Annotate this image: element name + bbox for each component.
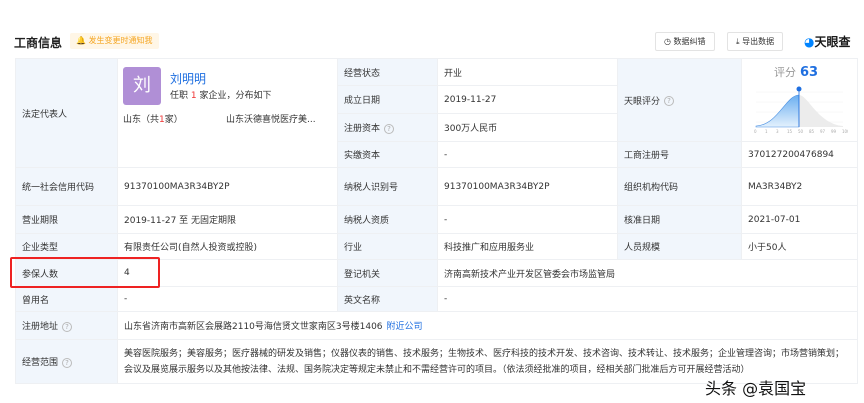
industry-label: 行业 [337,233,438,260]
address-label: 注册地址? [15,311,118,340]
score-value: 63 [800,65,819,80]
former-label: 曾用名 [15,286,118,312]
taxid-value: 91370100MA3R34BY2P [437,167,618,206]
status-value: 开业 [437,58,618,86]
highlight-box [10,257,160,288]
address-value: 山东省济南市高新区会展路2110号海信贤文世家南区3号楼1406 附近公司 [117,311,858,340]
nearby-companies-link[interactable]: 附近公司 [387,322,423,332]
english-value: - [437,286,858,312]
paid-label: 实缴资本 [337,141,438,168]
correction-label: 数据纠错 [673,37,706,46]
scope-label: 经营范围? [15,339,118,384]
capital-label: 注册资本? [337,113,438,142]
tick-label: 0 [754,129,757,134]
regno-label: 工商注册号 [617,141,742,168]
tianyancha-logo: ◕天眼查 [804,35,851,49]
type-value: 有限责任公司(自然人投资或控股) [117,233,338,260]
business-info-table: 法定代表人 经营状态 开业 天眼评分? 成立日期 2019-11-27 注册资本?… [15,58,858,384]
legal-rep-jobs: 任职 1 家企业，分布如下 [170,91,272,101]
credit-value: 91370100MA3R34BY2P [117,167,338,206]
help-icon[interactable]: ? [664,96,675,106]
logo-icon: ◕ [804,35,815,49]
approve-label: 核准日期 [617,205,742,234]
score-marker-icon [796,86,802,92]
notify-change-button[interactable]: 🔔 发生变更时通知我 [70,33,159,49]
found-label: 成立日期 [337,85,438,114]
capital-value: 300万人民币 [437,113,618,142]
download-icon: ⤓ [736,37,740,46]
taxid-label: 纳税人识别号 [337,167,438,206]
orgcode-label: 组织机构代码 [617,167,742,206]
tick-label: 97 [820,129,826,134]
tick-label: 50 [798,129,804,134]
clock-icon: ◷ [664,37,671,46]
orgcode-value: MA3R34BY2 [741,167,858,206]
credit-label: 统一社会信用代码 [15,167,118,206]
help-icon[interactable]: ? [62,357,73,368]
regno-value: 370127200476894 [741,141,858,168]
help-icon[interactable]: ? [384,123,395,134]
size-label: 人员规模 [617,233,742,260]
score-distribution-chart: 0 1 3 15 50 85 97 99 100 [754,86,848,134]
legal-rep-province: 山东（共1家） [123,115,183,125]
authority-label: 登记机关 [337,259,438,287]
industry-value: 科技推广和应用服务业 [437,233,618,260]
export-data-button[interactable]: ⤓ 导出数据 [727,32,784,51]
term-label: 营业期限 [15,205,118,234]
taxqual-label: 纳税人资质 [337,205,438,234]
taxqual-value: - [437,205,618,234]
notify-label: 发生变更时通知我 [88,36,153,45]
avatar: 刘 [123,67,161,105]
section-title: 工商信息 [14,36,63,50]
legal-rep-company-link[interactable]: 山东沃德喜悦医疗美... [226,112,316,125]
tick-label: 99 [831,129,837,134]
tick-label: 1 [765,129,768,134]
legal-rep-label: 法定代表人 [15,58,118,168]
found-value: 2019-11-27 [437,85,618,114]
former-value: - [117,286,338,312]
tick-label: 15 [787,129,793,134]
watermark: 头条 @袁国宝 [705,379,807,398]
score-label: 天眼评分? [617,58,742,142]
tick-label: 3 [776,129,779,134]
term-value: 2019-11-27 至 无固定期限 [117,205,338,234]
export-label: 导出数据 [742,37,775,46]
legal-rep-name-link[interactable]: 刘明明 [170,70,206,87]
tick-label: 100 [842,129,848,134]
english-label: 英文名称 [337,286,438,312]
data-correction-button[interactable]: ◷ 数据纠错 [655,32,715,51]
status-label: 经营状态 [337,58,438,86]
tick-label: 85 [809,129,815,134]
help-icon[interactable]: ? [62,321,73,332]
type-label: 企业类型 [15,233,118,260]
score-title: 评分 63 [774,65,819,80]
paid-value: - [437,141,618,168]
authority-value: 济南高新技术产业开发区管委会市场监管局 [437,259,858,287]
size-value: 小于50人 [741,233,858,260]
approve-value: 2021-07-01 [741,205,858,234]
